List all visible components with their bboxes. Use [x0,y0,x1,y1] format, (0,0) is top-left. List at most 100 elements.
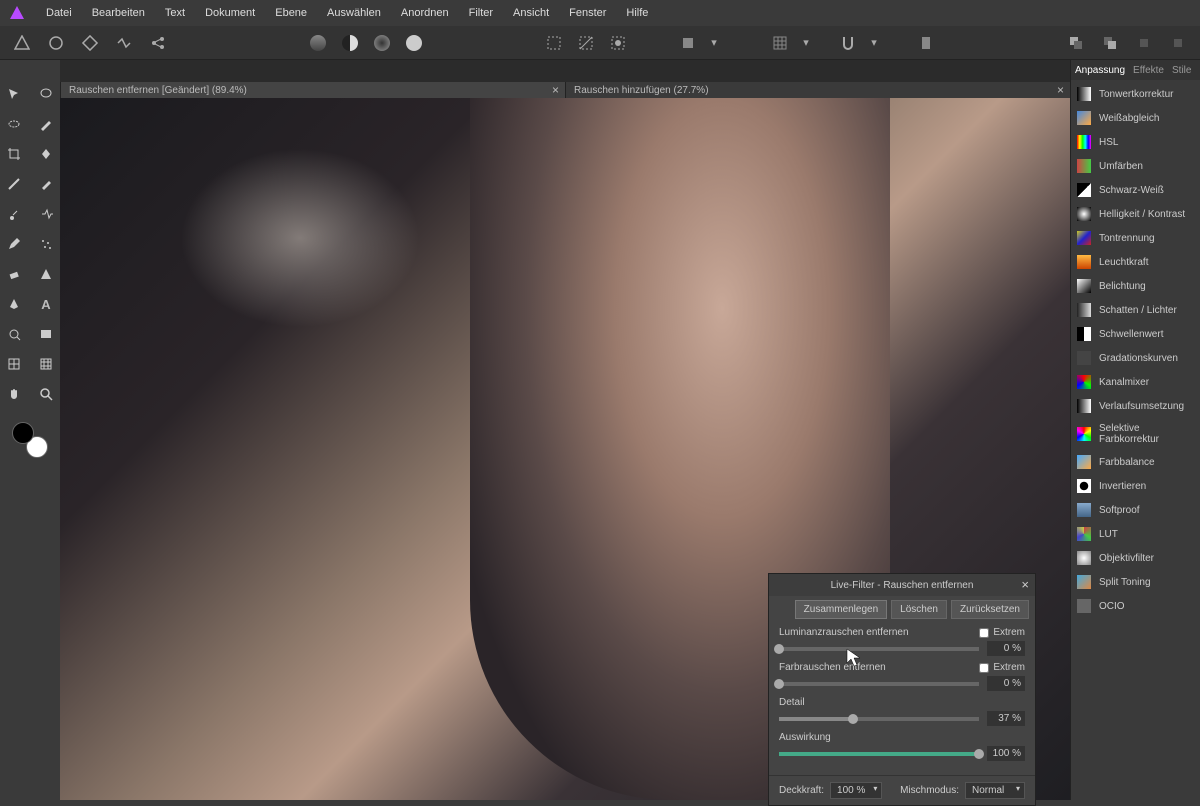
adjustment-item[interactable]: Invertieren [1071,474,1200,498]
snapping-icon[interactable] [834,29,862,57]
color-swatch[interactable] [12,422,48,458]
opacity-combo[interactable]: 100 % [830,782,882,799]
marquee-tool-icon[interactable] [2,112,26,136]
selection-diag-icon[interactable] [572,29,600,57]
blend-mode-1-icon[interactable] [304,29,332,57]
grid-icon[interactable] [766,29,794,57]
close-icon[interactable]: × [1057,83,1064,97]
detail-slider[interactable] [779,717,979,721]
adjustment-item[interactable]: Selektive Farbkorrektur [1071,418,1200,450]
persona-export-icon[interactable] [144,29,172,57]
adjustment-item[interactable]: Schwellenwert [1071,322,1200,346]
adjustment-item[interactable]: Schwarz-Weiß [1071,178,1200,202]
adjustment-item[interactable]: Belichtung [1071,274,1200,298]
color-noise-slider[interactable] [779,682,979,686]
brush-tool-icon[interactable] [34,112,58,136]
paint-tool-icon[interactable] [34,172,58,196]
panel-tab-anpassung[interactable]: Anpassung [1075,65,1125,76]
crop-tool-icon[interactable] [674,29,702,57]
adjustment-item[interactable]: Helligkeit / Kontrast [1071,202,1200,226]
document-tab[interactable]: Rauschen entfernen [Geändert] (89.4%)× [60,82,565,98]
document-tab[interactable]: Rauschen hinzufügen (27.7%)× [565,82,1070,98]
adjustment-item[interactable]: Umfärben [1071,154,1200,178]
dialog-titlebar[interactable]: Live-Filter - Rauschen entfernen × [769,574,1035,596]
color-extreme-checkbox[interactable]: Extrem [979,662,1025,673]
mesh-tool-icon[interactable] [2,352,26,376]
move-tool-icon[interactable] [2,82,26,106]
pencil-tool-icon[interactable] [2,232,26,256]
adjustment-item[interactable]: Verlaufsumsetzung [1071,394,1200,418]
contribution-value[interactable]: 100 % [987,746,1025,761]
color-noise-value[interactable]: 0 % [987,676,1025,691]
adjustment-item[interactable]: Weißabgleich [1071,106,1200,130]
quick-mask-icon[interactable] [604,29,632,57]
contribution-slider[interactable] [779,752,979,756]
adjustment-item[interactable]: LUT [1071,522,1200,546]
close-icon[interactable]: × [1021,577,1029,592]
adjustment-item[interactable]: Leuchtkraft [1071,250,1200,274]
persona-tonemap-icon[interactable] [110,29,138,57]
adjustment-item[interactable]: OCIO [1071,594,1200,618]
shape-tool-icon[interactable] [34,262,58,286]
adjustment-item[interactable]: Split Toning [1071,570,1200,594]
menu-fenster[interactable]: Fenster [559,3,616,23]
arrange-back-icon[interactable] [1096,29,1124,57]
persona-liquify-icon[interactable] [42,29,70,57]
text-tool-icon[interactable]: A [34,292,58,316]
rect-tool-icon[interactable] [34,322,58,346]
flood-tool-icon[interactable] [34,142,58,166]
dodge-tool-icon[interactable] [2,322,26,346]
adjustment-item[interactable]: Tonwertkorrektur [1071,82,1200,106]
assistant-icon[interactable] [912,29,940,57]
heal-tool-icon[interactable] [34,202,58,226]
hand-tool-icon[interactable] [2,382,26,406]
adjustment-item[interactable]: Softproof [1071,498,1200,522]
menu-text[interactable]: Text [155,3,195,23]
blend-mode-2-icon[interactable] [336,29,364,57]
menu-ebene[interactable]: Ebene [265,3,317,23]
eraser-tool-icon[interactable] [2,262,26,286]
adjustment-item[interactable]: HSL [1071,130,1200,154]
pen-tool-icon[interactable] [2,292,26,316]
spray-tool-icon[interactable] [34,232,58,256]
luminance-value[interactable]: 0 % [987,641,1025,656]
detail-value[interactable]: 37 % [987,711,1025,726]
blend-mode-4-icon[interactable] [400,29,428,57]
panel-tab-stile[interactable]: Stile [1172,65,1191,76]
crop-tool-icon[interactable] [2,142,26,166]
persona-develop-icon[interactable] [76,29,104,57]
adjustment-item[interactable]: Gradationskurven [1071,346,1200,370]
menu-filter[interactable]: Filter [459,3,503,23]
luminance-extreme-checkbox[interactable]: Extrem [979,627,1025,638]
menu-ansicht[interactable]: Ansicht [503,3,559,23]
blend-mode-combo[interactable]: Normal [965,782,1025,799]
adjustment-item[interactable]: Tontrennung [1071,226,1200,250]
selection-rect-icon[interactable] [540,29,568,57]
merge-button[interactable]: Zusammenlegen [795,600,887,619]
delete-button[interactable]: Löschen [891,600,947,619]
menu-auswählen[interactable]: Auswählen [317,3,391,23]
dropdown-icon[interactable]: ▾ [708,29,720,57]
luminance-slider[interactable] [779,647,979,651]
adjustment-item[interactable]: Schatten / Lichter [1071,298,1200,322]
menu-anordnen[interactable]: Anordnen [391,3,459,23]
adjustment-item[interactable]: Kanalmixer [1071,370,1200,394]
arrange-backward-icon[interactable] [1164,29,1192,57]
perspective-tool-icon[interactable] [34,352,58,376]
clone-tool-icon[interactable] [2,202,26,226]
menu-dokument[interactable]: Dokument [195,3,265,23]
zoom-tool-icon[interactable] [34,382,58,406]
arrange-forward-icon[interactable] [1130,29,1158,57]
adjustment-item[interactable]: Farbbalance [1071,450,1200,474]
reset-button[interactable]: Zurücksetzen [951,600,1029,619]
blend-mode-3-icon[interactable] [368,29,396,57]
menu-datei[interactable]: Datei [36,3,82,23]
adjustment-item[interactable]: Objektivfilter [1071,546,1200,570]
dropdown-icon[interactable]: ▾ [868,29,880,57]
persona-photo-icon[interactable] [8,29,36,57]
gradient-tool-icon[interactable] [2,172,26,196]
lasso-tool-icon[interactable] [34,82,58,106]
menu-bearbeiten[interactable]: Bearbeiten [82,3,155,23]
dropdown-icon[interactable]: ▾ [800,29,812,57]
arrange-front-icon[interactable] [1062,29,1090,57]
